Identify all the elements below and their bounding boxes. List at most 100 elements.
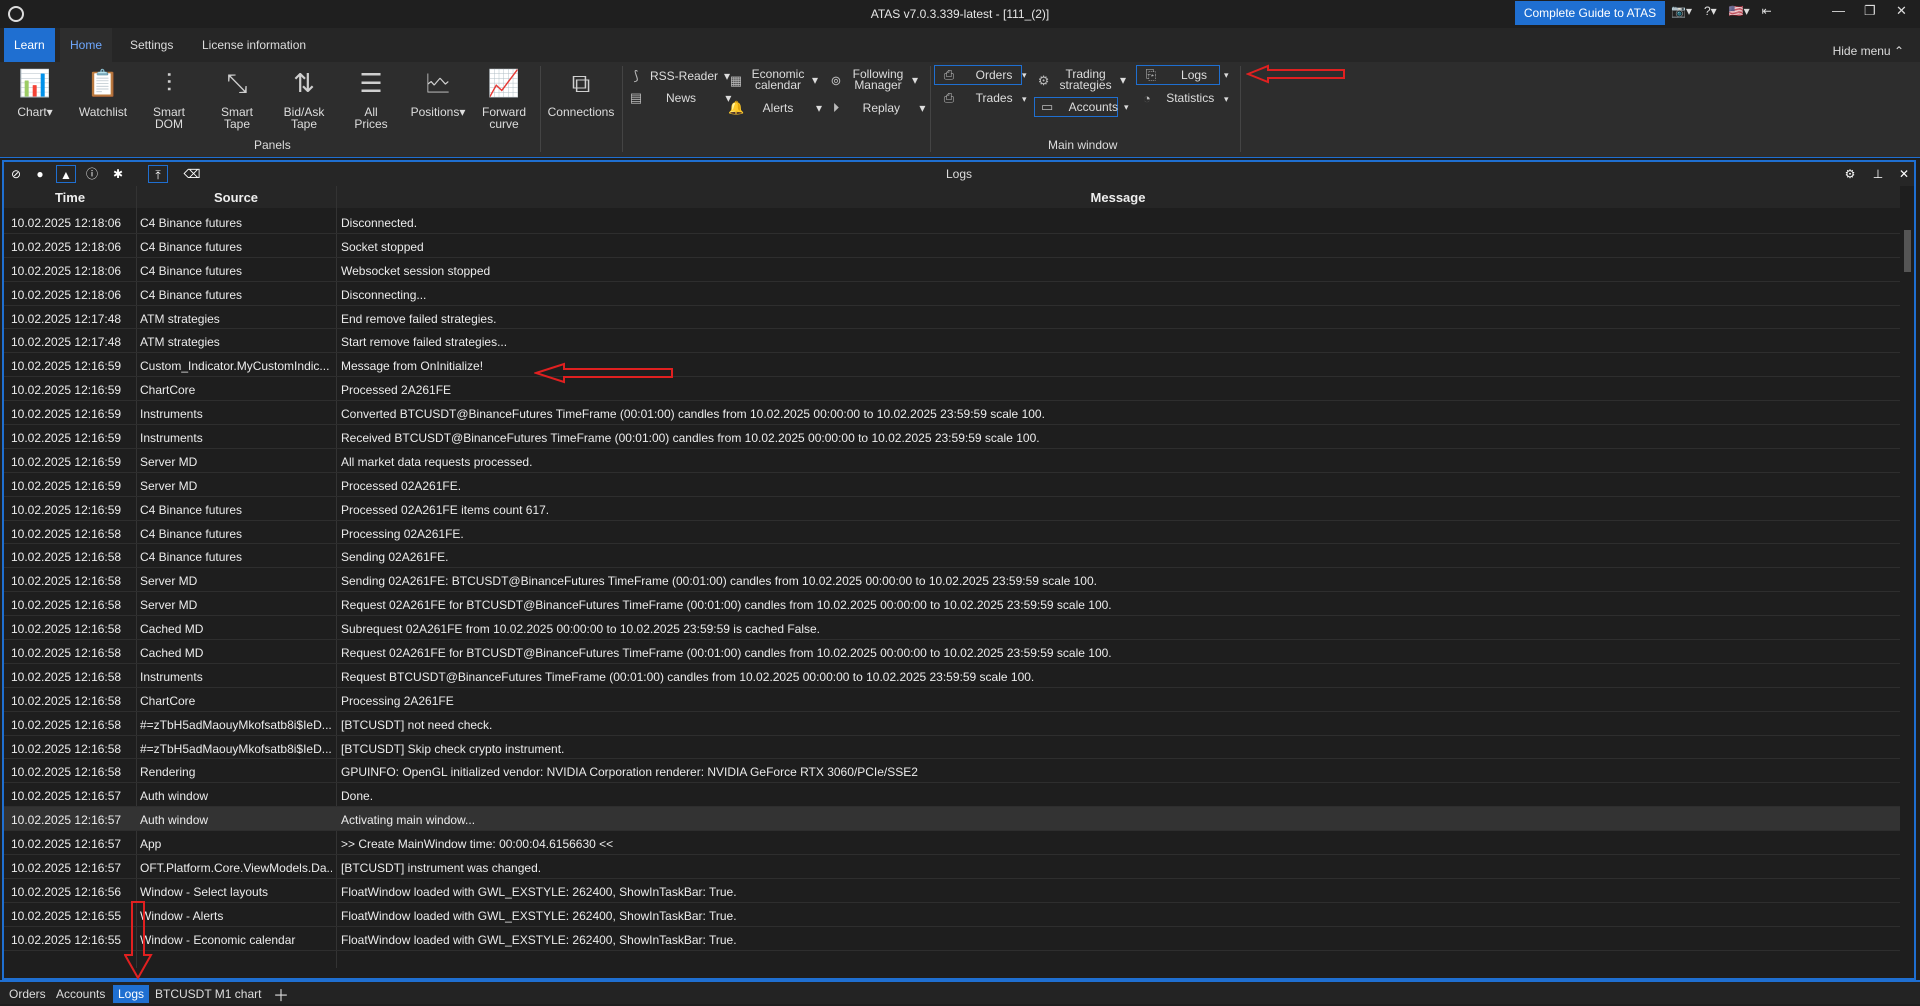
connections-button[interactable]: ⧉ Connections (546, 66, 616, 118)
camera-icon[interactable]: 📷▾ (1671, 4, 1692, 18)
calendar-icon: ▦ (729, 72, 743, 88)
table-row[interactable]: 10.02.2025 12:18:06 C4 Binance futures Dis… (4, 210, 1900, 234)
language-flag-icon[interactable]: 🇺🇸▾ (1729, 4, 1750, 18)
cell-time: 10.02.2025 12:16:59 (11, 454, 122, 469)
table-row[interactable]: 10.02.2025 12:16:59 Server MD All market d… (4, 449, 1900, 473)
bottom-tab-btcusdt-chart[interactable]: BTCUSDT M1 chart (150, 985, 266, 1003)
accounts-label: Accounts (1068, 100, 1118, 114)
economic-calendar-label: Economic calendar (751, 67, 805, 92)
orders-icon: ⎙ (943, 67, 955, 82)
close-icon[interactable]: ✕ (1896, 3, 1907, 19)
minimize-icon[interactable]: — (1832, 3, 1845, 18)
cell-time: 10.02.2025 12:16:59 (11, 359, 122, 374)
bottom-tab-orders[interactable]: Orders (4, 985, 51, 1003)
table-row[interactable]: 10.02.2025 12:18:06 C4 Binance futures Dis… (4, 282, 1900, 306)
table-row[interactable]: 10.02.2025 12:18:06 C4 Binance futures Web… (4, 258, 1900, 282)
column-header-source[interactable]: Source (136, 190, 336, 205)
table-row[interactable]: 10.02.2025 12:16:59 Instruments Converted … (4, 401, 1900, 426)
cell-time: 10.02.2025 12:16:58 (11, 622, 122, 637)
table-row[interactable]: 10.02.2025 12:16:55 Window - Economic cal… (4, 927, 1900, 951)
logs-button[interactable]: ⎘ Logs (1136, 65, 1220, 85)
table-row[interactable]: 10.02.2025 12:16:58 Cached MD Subrequest 0… (4, 616, 1900, 641)
scrollbar-thumb[interactable] (1904, 230, 1911, 272)
smart-dom-button[interactable]: ⫶ Smart DOM (148, 66, 190, 130)
bottom-tab-bar: Orders Accounts Logs BTCUSDT M1 chart ＋ (0, 980, 1920, 1005)
table-row[interactable]: 10.02.2025 12:18:06 C4 Binance futures Soc… (4, 234, 1900, 258)
table-row[interactable]: 10.02.2025 12:16:59 Server MD Processed 02… (4, 473, 1900, 497)
following-manager-label: Following Manager (852, 67, 904, 92)
table-row[interactable]: 10.02.2025 12:16:59 ChartCore Processed 2A… (4, 377, 1900, 402)
chart-button[interactable]: 📊 Chart▾ (14, 66, 56, 118)
statistics-button[interactable]: ◔ Statistics (1136, 88, 1220, 108)
tab-home[interactable]: Home (60, 28, 113, 62)
smart-tape-button[interactable]: ⤡ Smart Tape (216, 66, 258, 130)
table-row[interactable]: 10.02.2025 12:17:48 ATM strategies End rem… (4, 306, 1900, 330)
restore-icon[interactable]: ❐ (1864, 3, 1876, 19)
table-row[interactable]: 10.02.2025 12:16:58 C4 Binance futures Pro… (4, 521, 1900, 545)
table-row[interactable]: 10.02.2025 12:16:56 Window - Select layou… (4, 879, 1900, 903)
column-header-time[interactable]: Time (4, 190, 136, 205)
table-row[interactable]: 10.02.2025 12:16:58 Instruments Request BT… (4, 664, 1900, 688)
cell-time: 10.02.2025 12:17:48 (11, 311, 122, 326)
tab-settings[interactable]: Settings (120, 28, 183, 62)
tab-license-information[interactable]: License information (192, 28, 316, 62)
table-row[interactable]: 10.02.2025 12:17:48 ATM strategies Start r… (4, 329, 1900, 354)
accounts-button[interactable]: ▭ Accounts (1034, 97, 1118, 117)
orders-dropdown-icon[interactable]: ▾ (1022, 70, 1027, 81)
table-row[interactable]: 10.02.2025 12:16:55 Window - Alerts FloatW… (4, 903, 1900, 927)
alerts-button[interactable]: 🔔 Alerts ▾ (728, 98, 822, 118)
forward-curve-button[interactable]: 📈 Forward curve (478, 66, 530, 130)
table-row[interactable]: 10.02.2025 12:16:59 Custom_Indicator.MyCu… (4, 353, 1900, 378)
trades-button[interactable]: ⎙ Trades (934, 88, 1022, 108)
logs-table-body: 10.02.2025 12:18:06 C4 Binance futures Dis… (4, 210, 1900, 968)
vertical-scrollbar[interactable] (1901, 210, 1914, 968)
pin-icon[interactable]: ⇤ (1762, 4, 1772, 18)
table-row[interactable]: 10.02.2025 12:16:59 C4 Binance futures Pro… (4, 497, 1900, 521)
table-row[interactable]: 10.02.2025 12:16:58 #=zTbH5adMaouyMkofsat… (4, 712, 1900, 736)
bottom-tab-logs[interactable]: Logs (113, 985, 150, 1003)
smart-dom-icon: ⫶ (165, 68, 173, 98)
watchlist-button[interactable]: 📋 Watchlist (76, 66, 130, 118)
complete-guide-button[interactable]: Complete Guide to ATAS (1515, 1, 1665, 25)
economic-calendar-button[interactable]: ▦ Economic calendar ▾ (728, 66, 822, 94)
statistics-dropdown-icon[interactable]: ▾ (1224, 94, 1229, 105)
cell-source: Custom_Indicator.MyCustomIndic... (140, 359, 330, 374)
logs-dropdown-icon[interactable]: ▾ (1224, 70, 1229, 81)
help-icon[interactable]: ?▾ (1704, 4, 1717, 18)
table-row[interactable]: 10.02.2025 12:16:58 Rendering GPUINFO: Ope… (4, 759, 1900, 784)
hide-menu-button[interactable]: Hide menu ⌃ (1833, 44, 1904, 58)
bottom-tab-accounts[interactable]: Accounts (51, 985, 110, 1003)
column-header-message[interactable]: Message (336, 190, 1900, 205)
positions-button[interactable]: 🗠 Positions▾ (408, 66, 468, 118)
following-manager-button[interactable]: ⊚ Following Manager ▾ (828, 66, 924, 94)
bid-ask-tape-button[interactable]: ⇅ Bid/Ask Tape (280, 66, 328, 130)
table-row[interactable]: 10.02.2025 12:16:58 #=zTbH5adMaouyMkofsat… (4, 736, 1900, 760)
close-panel-icon[interactable]: ✕ (1894, 165, 1914, 183)
cell-time: 10.02.2025 12:16:58 (11, 550, 122, 565)
news-button[interactable]: ▤ News ▾ (628, 88, 732, 108)
cell-time: 10.02.2025 12:16:59 (11, 383, 122, 398)
pin-panel-icon[interactable]: ⊥ (1868, 165, 1888, 183)
trades-dropdown-icon[interactable]: ▾ (1022, 94, 1027, 105)
table-row[interactable]: 10.02.2025 12:16:58 ChartCore Processing 2… (4, 688, 1900, 712)
table-row[interactable]: 10.02.2025 12:16:59 Instruments Received B… (4, 425, 1900, 449)
rss-reader-button[interactable]: ⟆ RSS-Reader ▾ (628, 66, 730, 86)
tab-learn[interactable]: Learn (4, 28, 55, 62)
table-row[interactable]: 10.02.2025 12:16:58 Server MD Sending 02A2… (4, 568, 1900, 593)
trading-strategies-button[interactable]: ⚙ Trading strategies ▾ (1036, 66, 1126, 94)
all-prices-button[interactable]: ☰ All Prices (350, 66, 392, 130)
title-bar: ATAS v7.0.3.339-latest - [111_(2)] Compl… (0, 0, 1920, 28)
table-row[interactable]: 10.02.2025 12:16:57 Auth window Activating… (4, 807, 1900, 832)
table-row[interactable]: 10.02.2025 12:16:58 Cached MD Request 02A2… (4, 640, 1900, 664)
orders-button[interactable]: ⎙ Orders (934, 65, 1022, 85)
table-row[interactable]: 10.02.2025 12:16:57 OFT.Platform.Core.Vie… (4, 855, 1900, 879)
table-row[interactable]: 10.02.2025 12:16:57 App >> Create MainWind… (4, 831, 1900, 856)
accounts-dropdown-icon[interactable]: ▾ (1124, 102, 1129, 113)
replay-button[interactable]: ⏵ Replay ▾ (828, 98, 926, 118)
table-row[interactable]: 10.02.2025 12:16:58 Server MD Request 02A2… (4, 592, 1900, 617)
cell-message: >> Create MainWindow time: 00:00:04.6156… (341, 837, 614, 852)
add-tab-icon[interactable]: ＋ (268, 985, 294, 1005)
table-row[interactable]: 10.02.2025 12:16:57 Auth window Done. (4, 783, 1900, 808)
settings-gear-icon[interactable]: ⚙ (1840, 165, 1860, 183)
table-row[interactable]: 10.02.2025 12:16:58 C4 Binance futures Sen… (4, 544, 1900, 569)
